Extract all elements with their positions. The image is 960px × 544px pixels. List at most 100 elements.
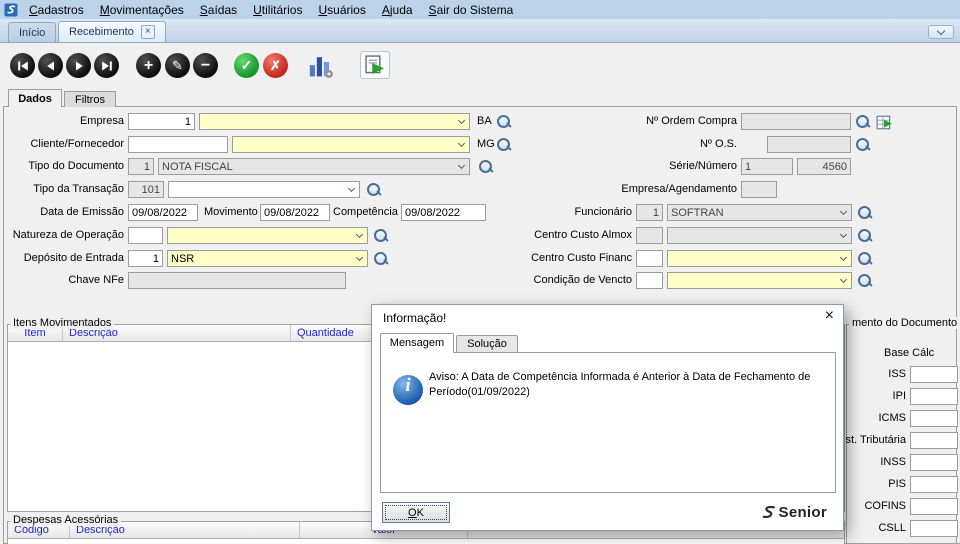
menu-saidas[interactable]: Saídas — [192, 2, 245, 18]
centro-custo-financ-search-icon[interactable] — [857, 251, 873, 267]
subst-tributaria-field[interactable] — [910, 432, 958, 449]
cofins-field[interactable] — [910, 498, 958, 515]
field-value — [768, 137, 850, 138]
delete-button[interactable]: − — [193, 53, 218, 78]
add-button[interactable]: + — [136, 53, 161, 78]
deposito-code-field[interactable]: 1 — [128, 250, 163, 267]
tab-recebimento[interactable]: Recebimento × — [58, 21, 166, 42]
menu-usuarios[interactable]: Usuários — [310, 2, 373, 18]
cliente-select[interactable] — [232, 136, 470, 153]
empresa-code-field[interactable]: 1 — [128, 113, 195, 130]
tipo-transacao-search-icon[interactable] — [366, 182, 382, 198]
tipo-transacao-select[interactable] — [168, 181, 360, 198]
menu-ajuda[interactable]: Ajuda — [374, 2, 421, 18]
icms-field[interactable] — [910, 410, 958, 427]
condicao-vencto-code-field[interactable] — [636, 272, 663, 289]
tab-list-button[interactable] — [928, 25, 954, 39]
natureza-select[interactable] — [167, 227, 368, 244]
cliente-search-icon[interactable] — [496, 137, 512, 153]
menu-utilitarios[interactable]: Utilitários — [245, 2, 310, 18]
chevron-down-icon — [839, 253, 848, 262]
data-emissao-field[interactable]: 09/08/2022 — [128, 204, 198, 221]
senior-logo: Senior — [761, 504, 827, 521]
dialog-message-panel: i Aviso: A Data de Competência Informada… — [380, 352, 836, 493]
menu-cadastros[interactable]: Cadastros — [21, 2, 92, 18]
fechamento-title: mento do Documento — [849, 317, 960, 329]
cliente-code-field[interactable] — [128, 136, 228, 153]
tab-recebimento-label: Recebimento — [69, 26, 134, 38]
info-dialog: Informação! × Mensagem Solução i Aviso: … — [371, 304, 844, 531]
document-green-arrow-icon — [365, 55, 384, 74]
condicao-vencto-label: Condição de Vencto — [533, 274, 632, 286]
empresa-search-icon[interactable] — [496, 114, 512, 130]
field-value: 1 — [152, 253, 159, 265]
itens-col-quantidade[interactable]: Quantidade — [291, 325, 377, 341]
cancel-button[interactable]: ✗ — [263, 53, 288, 78]
tipo-transacao-code-field: 101 — [128, 181, 164, 198]
tabbar: Início Recebimento × — [0, 19, 960, 43]
menu-movimentacoes[interactable]: Movimentações — [92, 2, 192, 18]
tab-inicio[interactable]: Início — [8, 22, 57, 42]
despesas-table-body[interactable] — [8, 539, 844, 544]
empresa-select[interactable] — [199, 113, 470, 130]
dialog-tab-solucao[interactable]: Solução — [456, 335, 518, 353]
field-value: NOTA FISCAL — [162, 161, 233, 173]
ok-button[interactable]: OK — [382, 502, 450, 523]
pis-field[interactable] — [910, 476, 958, 493]
competencia-field[interactable]: 09/08/2022 — [401, 204, 486, 221]
centro-custo-financ-code-field[interactable] — [636, 250, 663, 267]
menu-sair[interactable]: Sair do Sistema — [421, 2, 522, 18]
centro-custo-almox-search-icon[interactable] — [857, 228, 873, 244]
subtab-filtros-label: Filtros — [75, 93, 105, 106]
base-calculo-header: Base Cálc — [884, 347, 935, 359]
close-icon[interactable]: × — [825, 307, 834, 325]
movimento-field[interactable]: 09/08/2022 — [260, 204, 330, 221]
confirm-button[interactable]: ✓ — [234, 53, 259, 78]
chevron-down-icon — [457, 139, 466, 148]
senior-wordmark: Senior — [778, 504, 827, 521]
condicao-vencto-search-icon[interactable] — [857, 273, 873, 289]
previous-record-button[interactable] — [38, 53, 63, 78]
subtab-filtros[interactable]: Filtros — [64, 91, 116, 107]
tipo-documento-code-field: 1 — [128, 158, 154, 175]
ordem-compra-lookup-button[interactable] — [875, 113, 893, 131]
edit-button[interactable]: ✎ — [165, 53, 190, 78]
deposito-search-icon[interactable] — [373, 251, 389, 267]
chave-nfe-field — [128, 272, 346, 289]
chevron-down-icon — [457, 116, 466, 125]
tipo-documento-search-icon[interactable] — [478, 159, 494, 175]
next-record-icon — [75, 61, 83, 70]
tab-close-icon[interactable]: × — [140, 25, 155, 39]
first-record-button[interactable] — [10, 53, 35, 78]
icms-label: ICMS — [878, 412, 907, 424]
funcionario-search-icon[interactable] — [857, 205, 873, 221]
inss-field[interactable] — [910, 454, 958, 471]
process-button[interactable] — [360, 51, 390, 79]
last-record-button[interactable] — [94, 53, 119, 78]
centro-custo-financ-select[interactable] — [667, 250, 852, 267]
next-record-button[interactable] — [66, 53, 91, 78]
field-value: 1 — [184, 116, 191, 128]
ordem-compra-search-icon[interactable] — [855, 114, 871, 130]
ipi-field[interactable] — [910, 388, 958, 405]
serie-field: 1 — [741, 158, 793, 175]
dialog-message: Aviso: A Data de Competência Informada é… — [429, 371, 811, 398]
cofins-label: COFINS — [864, 500, 906, 512]
natureza-search-icon[interactable] — [373, 228, 389, 244]
deposito-select[interactable]: NSR — [167, 250, 368, 267]
field-value: 101 — [141, 184, 160, 196]
field-value — [129, 273, 345, 274]
condicao-vencto-select[interactable] — [667, 272, 852, 289]
csll-field[interactable] — [910, 520, 958, 537]
iss-field[interactable] — [910, 366, 958, 383]
field-value: 09/08/2022 — [405, 207, 461, 219]
natureza-code-field[interactable] — [128, 227, 163, 244]
empresa-uf-label: BA — [477, 115, 492, 127]
chave-nfe-label: Chave NFe — [68, 274, 124, 286]
subtab-dados[interactable]: Dados — [8, 89, 62, 107]
dialog-tab-mensagem[interactable]: Mensagem — [380, 333, 454, 353]
chart-button[interactable] — [306, 52, 336, 79]
empresa-label: Empresa — [79, 115, 124, 127]
os-search-icon[interactable] — [855, 137, 871, 153]
empresa-agendamento-field — [741, 181, 777, 198]
